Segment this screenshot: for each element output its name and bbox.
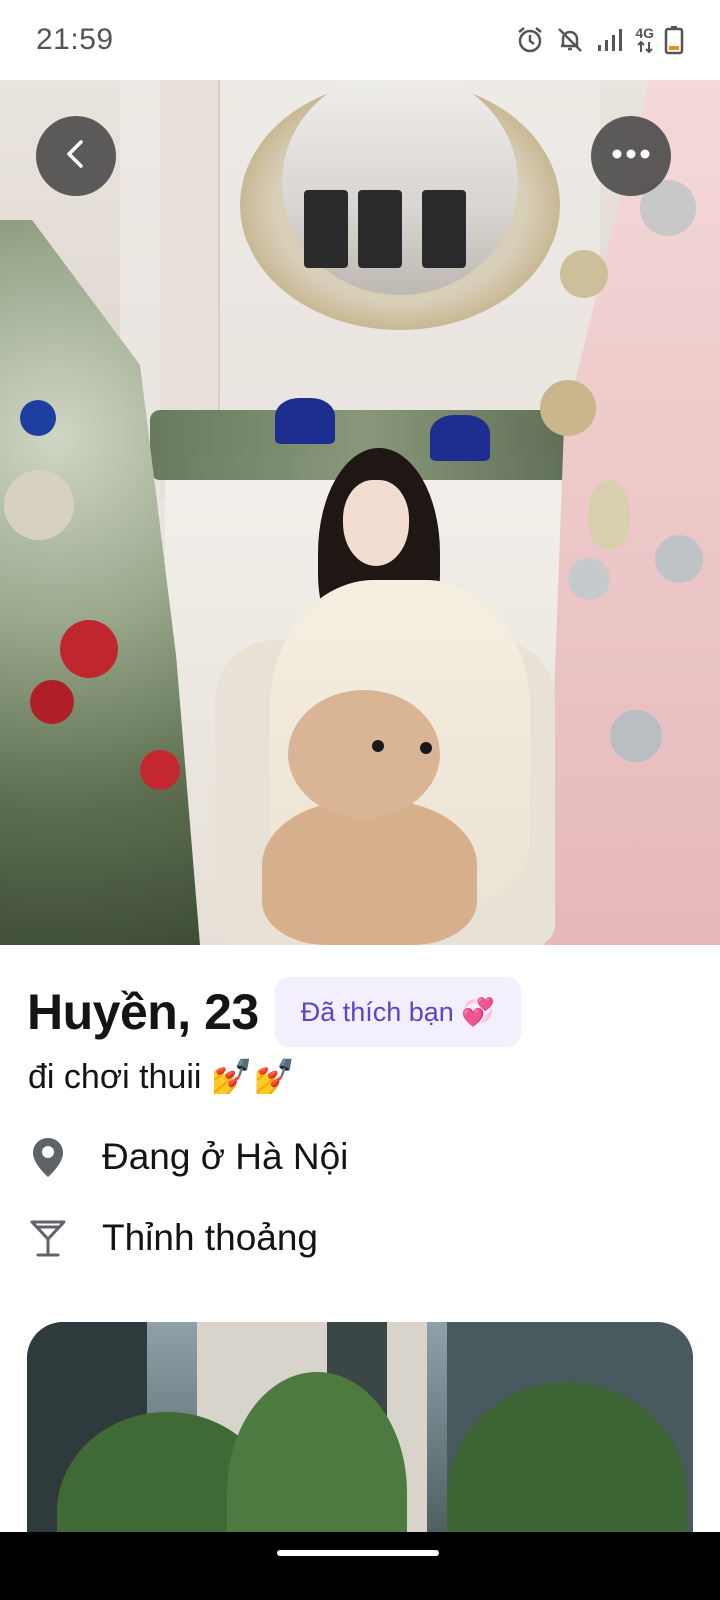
status-time: 21:59 xyxy=(36,23,114,56)
photo-person-face xyxy=(343,480,409,566)
photo-mirror-board xyxy=(358,190,402,268)
photo-ornament xyxy=(568,558,610,600)
name-row: Huyền, 23 Đã thích bạn 💞 xyxy=(27,977,521,1047)
photo-ornament xyxy=(30,680,74,724)
photo-mirror-board xyxy=(422,190,466,268)
photo-bow xyxy=(275,398,335,444)
liked-you-text: Đã thích bạn 💞 xyxy=(300,997,495,1027)
location-row: Đang ở Hà Nội xyxy=(28,1135,348,1179)
photo-ornament xyxy=(4,470,74,540)
photo-ornament xyxy=(588,480,630,550)
cocktail-glass-icon xyxy=(28,1216,68,1260)
photo-ornament xyxy=(540,380,596,436)
profile-bio: đi chơi thuii 💅💅 xyxy=(28,1057,296,1097)
notifications-off-icon xyxy=(555,25,585,55)
photo-teddy-head xyxy=(288,690,440,818)
bio-text: đi chơi thuii 💅💅 xyxy=(28,1058,296,1096)
network-4g-icon: 4G xyxy=(635,26,654,54)
liked-you-badge: Đã thích bạn 💞 xyxy=(274,977,521,1047)
signal-icon xyxy=(595,25,625,55)
battery-icon xyxy=(664,25,684,55)
photo-teddy-eye xyxy=(372,740,384,752)
profile-name-age: Huyền, 23 xyxy=(27,984,259,1040)
photo-bow xyxy=(430,415,490,461)
more-options-button[interactable] xyxy=(591,116,671,196)
alarm-icon xyxy=(515,25,545,55)
photo-ornament xyxy=(60,620,118,678)
photo-ornament xyxy=(610,710,662,762)
network-label: 4G xyxy=(635,25,654,41)
photo-teddy-eye xyxy=(420,742,432,754)
drinking-text: Thỉnh thoảng xyxy=(102,1217,319,1258)
location-text: Đang ở Hà Nội xyxy=(102,1136,349,1177)
back-button[interactable] xyxy=(36,116,116,196)
profile-photo-main[interactable] xyxy=(0,80,720,945)
photo-teddy-body xyxy=(262,800,477,945)
photo-ornament xyxy=(140,750,180,790)
photo-ornament xyxy=(560,250,608,298)
photo-mirror-board xyxy=(304,190,348,268)
status-bar: 21:59 4G xyxy=(0,0,720,80)
photo-ornament xyxy=(20,400,56,436)
chevron-left-icon xyxy=(59,137,93,176)
location-pin-icon xyxy=(28,1135,68,1179)
home-indicator[interactable] xyxy=(277,1550,439,1556)
profile-screen: 21:59 4G Huyền, 23 Đã thích bạn 💞 đi chơ… xyxy=(0,0,720,1600)
system-nav-bar xyxy=(0,1532,720,1600)
photo-ornament xyxy=(655,535,703,583)
more-horizontal-icon xyxy=(611,147,651,165)
status-icons: 4G xyxy=(515,25,684,55)
drinking-row: Thỉnh thoảng xyxy=(28,1216,318,1260)
photo-mirror xyxy=(282,80,518,295)
